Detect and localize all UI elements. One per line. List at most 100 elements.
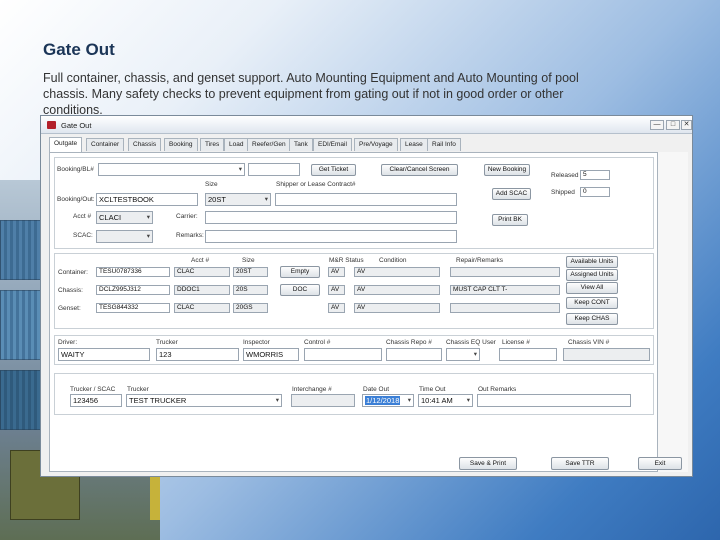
keep-chas-button[interactable]: Keep CHAS [566,313,618,325]
booking-bl-label: Booking/BL# [57,166,94,173]
genset-number-field[interactable]: TESG844332 [96,303,170,313]
scac-dropdown[interactable] [96,230,153,243]
chassis-repo-field[interactable] [386,348,442,361]
exit-button[interactable]: Exit [638,457,682,470]
tab-rail-info[interactable]: Rail Info [427,138,461,151]
acct-column-header: Acct # [191,257,210,264]
chassis-vin-field[interactable] [563,348,650,361]
released-label: Released [551,172,579,179]
clear-cancel-screen-button[interactable]: Clear/Cancel Screen [381,164,458,176]
tab-container[interactable]: Container [86,138,125,151]
minimize-button[interactable]: — [650,120,664,130]
booking-out-field[interactable]: XCLTESTBOOK [96,193,198,206]
booking-out-label: Booking/Out: [57,196,95,203]
shipped-label: Shipped [551,189,575,196]
chassis-repo-label: Chassis Repo # [386,339,432,346]
container-acct-field[interactable]: CLAC [174,267,230,277]
window-titlebar: Gate Out — □ ✕ [41,116,692,134]
new-booking-button[interactable]: New Booking [484,164,530,176]
booking-group: Booking/BL# Get Ticket Clear/Cancel Scre… [54,157,654,249]
view-all-button[interactable]: View All [566,282,618,294]
container-number-field[interactable]: TESU0787336 [96,267,170,277]
app-icon [47,121,56,129]
inspector-label: Inspector [243,339,270,346]
size-column-header: Size [242,257,255,264]
chassis-mr-field[interactable]: AV [328,285,345,295]
genset-label: Genset: [58,305,81,312]
license-label: License # [502,339,530,346]
trucker-scac-field[interactable]: 123456 [70,394,122,407]
remarks-field[interactable] [205,230,457,243]
tab-lease[interactable]: Lease [400,138,428,151]
license-field[interactable] [499,348,557,361]
carrier-field[interactable] [205,211,457,224]
empty-button[interactable]: Empty [280,266,320,278]
chassis-eq-user-dropdown[interactable] [446,348,480,361]
window-title: Gate Out [61,121,92,130]
get-ticket-button[interactable]: Get Ticket [311,164,356,176]
genset-condition-field[interactable]: AV [354,303,440,313]
chassis-number-field[interactable]: DCLZ995J312 [96,285,170,295]
chassis-size-field[interactable]: 20S [233,285,268,295]
container-repair-field[interactable] [450,267,560,277]
maximize-button[interactable]: □ [666,120,680,130]
chassis-condition-field[interactable]: AV [354,285,440,295]
genset-repair-field[interactable] [450,303,560,313]
chassis-acct-field[interactable]: DDOC1 [174,285,230,295]
tab-tank[interactable]: Tank [289,138,313,151]
size-label: Size [205,181,218,188]
gate-out-window: Gate Out — □ ✕ Outgate Container Chassis… [40,115,693,477]
genset-size-field[interactable]: 20GS [233,303,268,313]
add-scac-button[interactable]: Add SCAC [492,188,531,200]
interchange-field[interactable] [291,394,355,407]
tab-booking[interactable]: Booking [164,138,198,151]
booking-secondary-field[interactable] [248,163,300,176]
control-field[interactable] [304,348,382,361]
tab-edi-email[interactable]: EDI/Email [313,138,352,151]
out-remarks-field[interactable] [477,394,631,407]
interchange-label: Interchange # [292,386,332,393]
container-condition-field[interactable]: AV [354,267,440,277]
gate-trucker-dropdown[interactable]: TEST TRUCKER [126,394,282,407]
print-bk-button[interactable]: Print BK [492,214,528,226]
gate-trucker-label: Trucker [127,386,149,393]
out-remarks-label: Out Remarks [478,386,517,393]
chassis-repair-field[interactable]: MUST CAP CLT T- [450,285,560,295]
genset-mr-field[interactable]: AV [328,303,345,313]
container-size-field[interactable]: 20ST [233,267,268,277]
close-button[interactable]: ✕ [681,120,692,130]
chassis-label: Chassis: [58,287,83,294]
available-units-button[interactable]: Available Units [566,256,618,268]
inspector-field[interactable]: WMORRIS [243,348,299,361]
driver-group: Driver: WAITY Trucker 123 Inspector WMOR… [54,335,654,365]
save-print-button[interactable]: Save & Print [459,457,517,470]
time-out-field[interactable]: 10:41 AM [418,394,473,407]
doc-button[interactable]: DOC [280,284,320,296]
shipper-contract-field[interactable] [275,193,457,206]
shipper-contract-label: Shipper or Lease Contract# [276,181,356,188]
tab-tires[interactable]: Tires [200,138,225,151]
tab-reefer-gen[interactable]: Reefer/Gen [247,138,291,151]
trucker-field[interactable]: 123 [156,348,239,361]
shipped-field[interactable]: 0 [580,187,610,197]
tab-pre-voyage[interactable]: Pre/Voyage [354,138,398,151]
container-mr-field[interactable]: AV [328,267,345,277]
booking-bl-field[interactable] [98,163,245,176]
size-dropdown[interactable]: 20ST [205,193,271,206]
repair-remarks-column-header: Repair/Remarks [456,257,503,264]
date-out-field[interactable]: 1/12/2018 [362,394,414,407]
acct-dropdown[interactable]: CLACI [96,211,153,224]
driver-field[interactable]: WAITY [58,348,150,361]
tab-chassis[interactable]: Chassis [128,138,162,151]
save-ttr-button[interactable]: Save TTR [551,457,609,470]
tab-load[interactable]: Load [224,138,249,151]
trucker-label: Trucker [156,339,178,346]
trucker-scac-label: Trucker / SCAC [70,386,116,393]
keep-cont-button[interactable]: Keep CONT [566,297,618,309]
genset-acct-field[interactable]: CLAC [174,303,230,313]
container-label: Container: [58,269,88,276]
side-panel [658,152,688,472]
assigned-units-button[interactable]: Assigned Units [566,269,618,281]
released-field[interactable]: 5 [580,170,610,180]
tab-outgate[interactable]: Outgate [49,137,83,152]
